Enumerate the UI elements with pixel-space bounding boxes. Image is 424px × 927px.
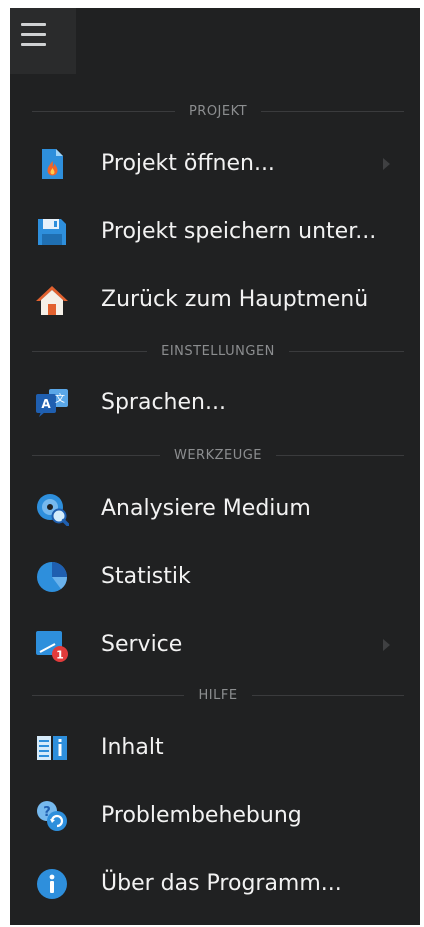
section-title-projekt: PROJEKT — [188, 103, 248, 119]
menu-item-label: Über das Programm... — [101, 871, 342, 896]
menu-item-label: Sprachen... — [101, 390, 226, 415]
section-header-hilfe: HILFE — [32, 685, 405, 705]
service-badge-icon: 1 — [36, 631, 68, 662]
disc-magnifier-icon — [37, 494, 69, 526]
troubleshoot-chat-icon: ? — [37, 801, 67, 831]
menu-item-analysiere-medium[interactable]: Analysiere Medium — [10, 479, 420, 539]
menu-item-label: Inhalt — [101, 735, 164, 760]
file-fire-icon — [42, 149, 63, 179]
floppy-disk-icon — [38, 219, 66, 245]
svg-text:文: 文 — [55, 392, 65, 405]
menu-item-service[interactable]: 1 Service — [10, 615, 420, 675]
hamburger-menu-icon[interactable] — [10, 8, 76, 74]
menu-item-label: Statistik — [101, 564, 191, 589]
main-menu-panel: PROJEKT Projekt öffnen... Projekt speich… — [10, 8, 420, 925]
menu-item-projekt-oeffnen[interactable]: Projekt öffnen... — [10, 134, 420, 194]
menu-item-label: Zurück zum Hauptmenü — [101, 287, 369, 312]
menu-item-label: Analysiere Medium — [101, 496, 311, 521]
menu-item-label: Service — [101, 632, 183, 657]
section-title-werkzeuge: WERKZEUGE — [173, 447, 263, 463]
svg-text:1: 1 — [56, 649, 64, 662]
pie-chart-icon — [37, 562, 67, 592]
section-header-einstellungen: EINSTELLUNGEN — [32, 341, 404, 361]
svg-text:A: A — [41, 397, 51, 411]
menu-item-zurueck-hauptmenue[interactable]: Zurück zum Hauptmenü — [10, 270, 420, 330]
menu-item-label: Projekt speichern unter... — [101, 219, 377, 244]
section-title-einstellungen: EINSTELLUNGEN — [161, 343, 275, 359]
menu-item-sprachen[interactable]: A 文 Sprachen... — [10, 373, 420, 433]
menu-item-statistik[interactable]: Statistik — [10, 547, 420, 607]
book-info-icon — [37, 736, 67, 760]
menu-item-label: Problembehebung — [101, 803, 302, 828]
menu-item-inhalt[interactable]: Inhalt — [10, 718, 420, 778]
menu-item-problembehebung[interactable]: ? Problembehebung — [10, 786, 420, 846]
submenu-arrow-icon — [383, 158, 390, 170]
translate-icon: A 文 — [36, 389, 68, 417]
section-header-werkzeuge: WERKZEUGE — [32, 445, 404, 465]
submenu-arrow-icon — [383, 639, 390, 651]
menu-item-projekt-speichern-unter[interactable]: Projekt speichern unter... — [10, 202, 420, 262]
menu-topbar — [10, 8, 420, 78]
section-header-projekt: PROJEKT — [32, 101, 405, 121]
section-title-hilfe: HILFE — [198, 687, 238, 703]
info-circle-icon — [37, 869, 67, 899]
menu-item-label: Projekt öffnen... — [101, 151, 275, 176]
menu-item-ueber-das-programm[interactable]: Über das Programm... — [10, 854, 420, 914]
home-icon — [36, 286, 68, 315]
